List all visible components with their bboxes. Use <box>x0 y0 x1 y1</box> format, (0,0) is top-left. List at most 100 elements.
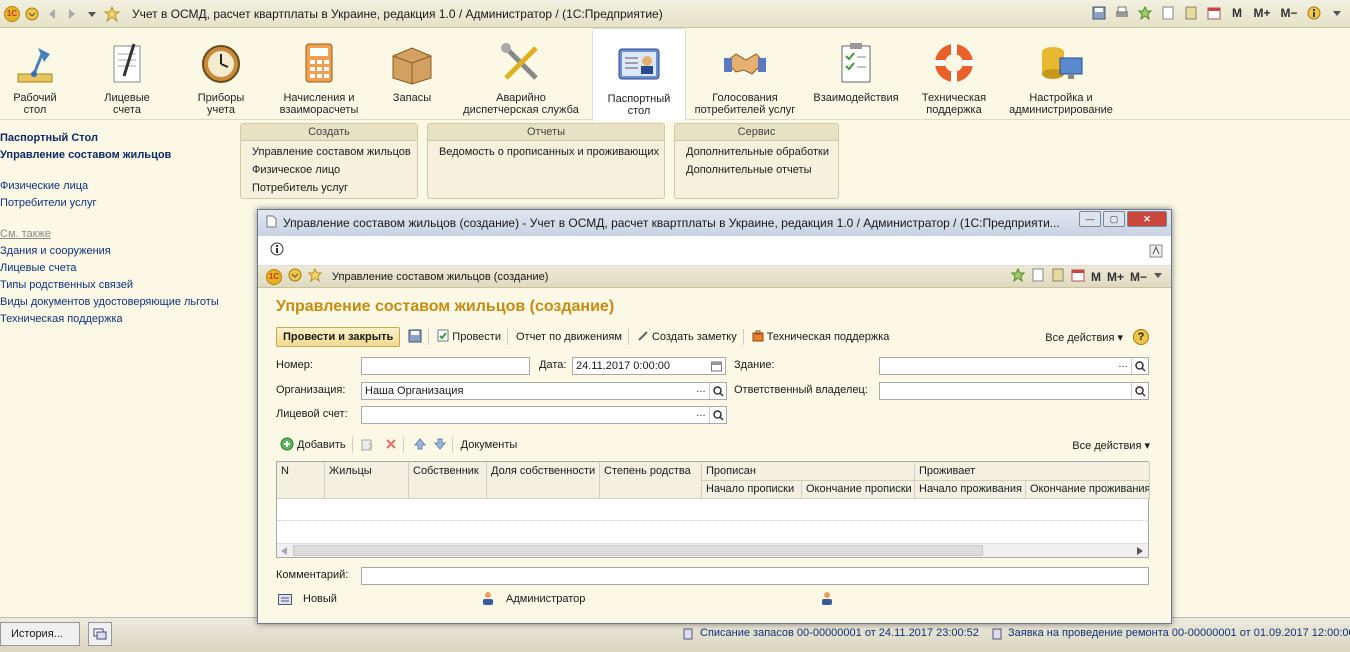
favorites-star-icon[interactable] <box>102 4 122 24</box>
form-favorite-star-icon[interactable] <box>307 267 323 285</box>
form-calculator-icon[interactable] <box>1051 268 1065 285</box>
organization-search-icon[interactable] <box>709 383 726 399</box>
nav-buildings[interactable]: Здания и сооружения <box>0 243 232 260</box>
section-tech-support[interactable]: Техническая поддержка <box>912 28 996 120</box>
copy-row-icon[interactable] <box>361 437 375 454</box>
form-memory-plus-button[interactable]: M+ <box>1107 270 1124 284</box>
maximize-button[interactable]: ▢ <box>1103 211 1125 227</box>
post-button[interactable]: Провести <box>437 329 501 345</box>
nav-accounts[interactable]: Лицевые счета <box>0 260 232 277</box>
create-note-button[interactable]: Создать заметку <box>637 330 737 345</box>
scroll-left-icon[interactable] <box>280 546 288 559</box>
comment-field[interactable] <box>361 567 1149 585</box>
status-message-2[interactable]: Заявка на проведение ремонта 00-00000001… <box>1008 627 1350 639</box>
section-voting[interactable]: Голосования потребителей услуг <box>690 28 800 120</box>
building-search-icon[interactable] <box>1131 358 1148 374</box>
column-header-living-start[interactable]: Начало проживания <box>915 481 1026 499</box>
organization-field[interactable]: Наша Организация ... <box>361 382 727 400</box>
memory-m-button[interactable]: M <box>1228 4 1246 22</box>
create-consumer[interactable]: Потребитель услуг <box>241 179 417 197</box>
calendar-picker-icon[interactable] <box>708 358 725 374</box>
responsible-user-icon[interactable] <box>821 591 833 608</box>
main-menu-icon[interactable] <box>22 4 42 24</box>
table-horizontal-scrollbar[interactable] <box>277 543 1148 557</box>
nav-relationship-types[interactable]: Типы родственных связей <box>0 277 232 294</box>
column-header-registration-start[interactable]: Начало прописки <box>702 481 802 499</box>
column-header-owner[interactable]: Собственник <box>409 462 487 499</box>
owner-search-icon[interactable] <box>1131 383 1148 399</box>
all-actions-menu[interactable]: Все действия ▾ <box>1045 331 1123 344</box>
column-header-residents[interactable]: Жильцы <box>325 462 409 499</box>
section-settings[interactable]: Настройка и администрирование <box>1004 28 1118 120</box>
column-header-n[interactable]: N <box>277 462 325 499</box>
section-passport-office[interactable]: Паспортный стол <box>592 28 686 121</box>
service-additional-reports[interactable]: Дополнительные отчеты <box>675 161 838 179</box>
nav-benefit-documents[interactable]: Виды документов удостоверяющие льготы <box>0 294 232 311</box>
app-logo-small-icon[interactable]: 1С <box>266 268 282 285</box>
nav-individuals[interactable]: Физические лица <box>0 178 232 195</box>
create-individual[interactable]: Физическое лицо <box>241 161 417 179</box>
memory-minus-button[interactable]: M− <box>1278 4 1300 22</box>
minimize-button[interactable]: — <box>1079 211 1101 227</box>
link-icon[interactable] <box>1159 4 1177 22</box>
date-field[interactable]: 24.11.2017 0:00:00 <box>572 357 726 375</box>
form-link-icon[interactable] <box>1031 268 1045 285</box>
service-additional-processing[interactable]: Дополнительные обработки <box>675 143 838 161</box>
memory-plus-button[interactable]: M+ <box>1251 4 1273 22</box>
account-select-button[interactable]: ... <box>694 407 708 423</box>
section-interactions[interactable]: Взаимодействия <box>810 28 902 120</box>
dropdown-arrow-icon[interactable] <box>82 4 102 24</box>
calculator-small-icon[interactable] <box>1182 4 1200 22</box>
app-logo-icon[interactable]: 1С <box>2 4 22 24</box>
add-row-button[interactable]: Добавить <box>280 437 346 454</box>
section-desktop[interactable]: Рабочий стол <box>0 28 70 120</box>
nav-residents-management[interactable]: Управление составом жильцов <box>0 147 232 164</box>
column-group-living[interactable]: Проживает <box>915 462 1150 481</box>
form-menu-icon[interactable] <box>288 268 302 285</box>
building-select-button[interactable]: ... <box>1116 358 1130 374</box>
number-field[interactable] <box>361 357 530 375</box>
organization-select-button[interactable]: ... <box>694 383 708 399</box>
print-icon[interactable] <box>1113 4 1131 22</box>
section-emergency[interactable]: Аварийно диспетчерская служба <box>462 28 580 120</box>
scrollbar-thumb[interactable] <box>293 545 983 556</box>
account-field[interactable]: ... <box>361 406 727 424</box>
column-header-living-end[interactable]: Окончание проживания <box>1026 481 1150 499</box>
close-window-button[interactable]: ✕ <box>1127 211 1167 227</box>
documents-button[interactable]: Документы <box>461 439 518 451</box>
help-button[interactable]: ? <box>1133 329 1149 345</box>
info-circle-icon[interactable] <box>270 242 284 259</box>
tech-support-button[interactable]: Техническая поддержка <box>752 330 889 345</box>
move-up-icon[interactable] <box>413 437 426 453</box>
save-icon[interactable] <box>1090 4 1108 22</box>
windows-switch-icon[interactable] <box>88 622 112 646</box>
form-memory-m-button[interactable]: M <box>1091 270 1101 284</box>
move-down-icon[interactable] <box>433 438 446 453</box>
calendar-icon[interactable] <box>1205 4 1223 22</box>
scroll-right-icon[interactable] <box>1136 546 1144 559</box>
back-arrow-icon[interactable] <box>42 4 62 24</box>
translate-icon[interactable] <box>1149 244 1163 261</box>
section-accounts[interactable]: Лицевые счета <box>92 28 162 120</box>
column-header-ownership-share[interactable]: Доля собственности <box>487 462 600 499</box>
form-menu-dropdown-icon[interactable] <box>1153 270 1163 283</box>
table-all-actions-menu[interactable]: Все действия ▾ <box>1072 439 1150 452</box>
column-group-registered[interactable]: Прописан <box>702 462 915 481</box>
section-stock[interactable]: Запасы <box>380 28 444 120</box>
create-residents-management[interactable]: Управление составом жильцов <box>241 143 417 161</box>
delete-row-icon[interactable] <box>385 438 397 453</box>
nav-service-consumers[interactable]: Потребители услуг <box>0 195 232 212</box>
section-charges[interactable]: Начисления и взаиморасчеты <box>278 28 360 120</box>
account-search-icon[interactable] <box>709 407 726 423</box>
post-and-close-button[interactable]: Провести и закрыть <box>276 327 401 347</box>
movements-report-button[interactable]: Отчет по движениям <box>516 331 622 343</box>
forward-arrow-icon[interactable] <box>62 4 82 24</box>
nav-passport-office[interactable]: Паспортный Стол <box>0 130 232 147</box>
history-button[interactable]: История... <box>0 622 80 646</box>
section-meters[interactable]: Приборы учета <box>185 28 257 120</box>
save-document-icon[interactable] <box>408 329 422 346</box>
column-header-registration-end[interactable]: Окончание прописки <box>802 481 915 499</box>
status-message-1[interactable]: Списание запасов 00-00000001 от 24.11.20… <box>700 627 979 639</box>
form-favorites-add-icon[interactable] <box>1010 267 1026 285</box>
info-icon[interactable] <box>1305 4 1323 22</box>
